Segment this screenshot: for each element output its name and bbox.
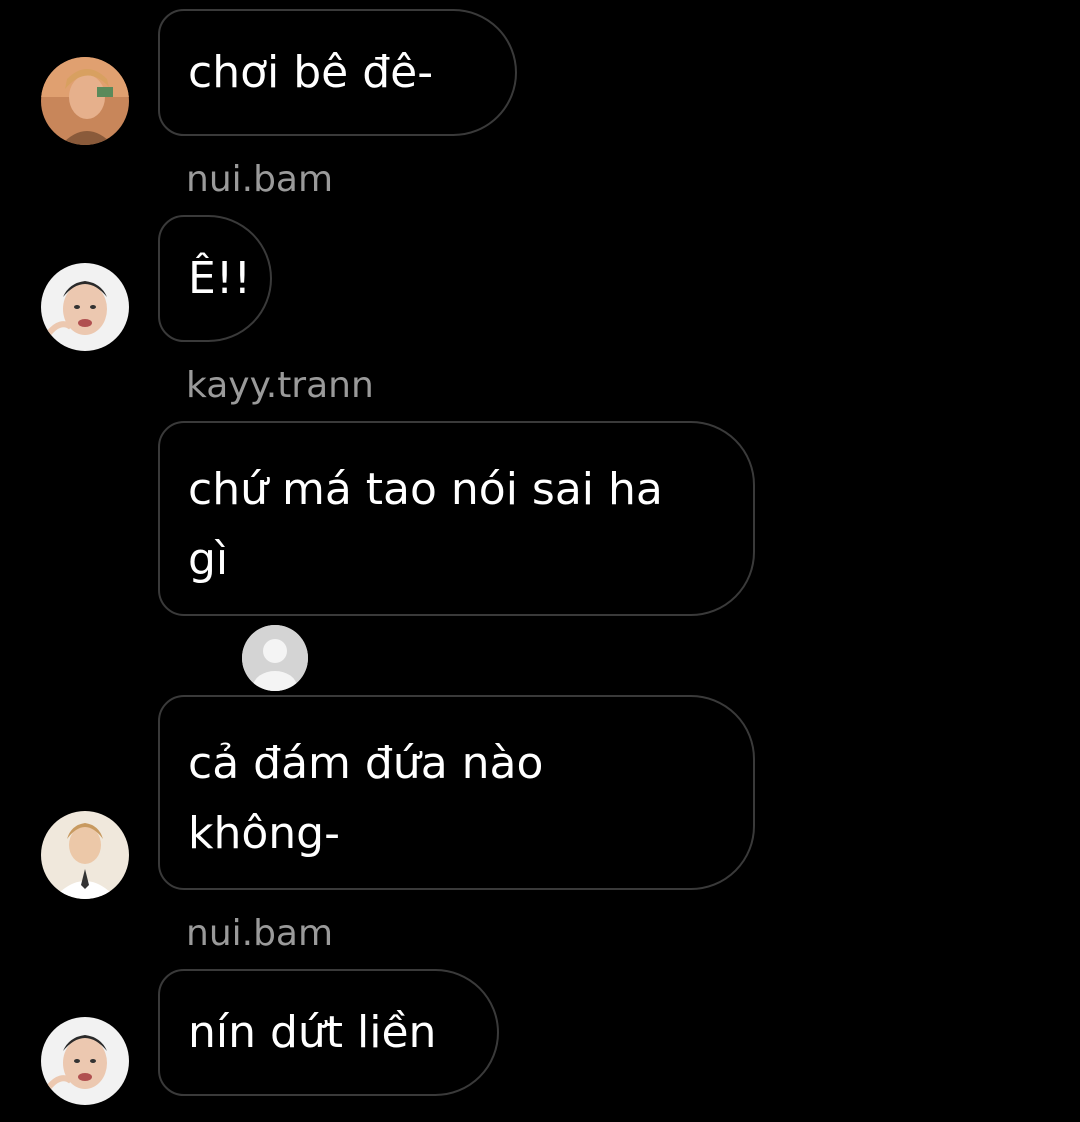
message-text: cả đám đứa nào không- [188, 738, 544, 859]
sender-name: nui.bam [186, 159, 334, 200]
message-bubble[interactable]: Ê!! [158, 215, 272, 342]
message-bubble[interactable]: chứ má tao nói sai ha gì [158, 421, 755, 616]
avatar-orange-hair-icon [41, 57, 129, 145]
default-user-icon [242, 625, 308, 691]
avatar-face-closeup-icon [41, 263, 129, 351]
message-bubble[interactable]: chơi bê đê- [158, 9, 517, 136]
avatar[interactable] [41, 811, 129, 899]
message-bubble[interactable]: nín dứt liền [158, 969, 499, 1096]
seen-avatar [242, 625, 308, 691]
message-text: chứ má tao nói sai ha gì [188, 464, 663, 585]
avatar[interactable] [41, 263, 129, 351]
avatar-face-closeup-icon [41, 1017, 129, 1105]
message-text: chơi bê đê- [188, 46, 434, 98]
avatar-white-shirt-icon [41, 811, 129, 899]
sender-name: nui.bam [186, 913, 334, 954]
sender-name: kayy.trann [186, 365, 374, 406]
message-bubble[interactable]: cả đám đứa nào không- [158, 695, 755, 890]
message-text: nín dứt liền [188, 1006, 437, 1058]
avatar[interactable] [41, 1017, 129, 1105]
avatar[interactable] [41, 57, 129, 145]
message-text: Ê!! [188, 252, 252, 304]
